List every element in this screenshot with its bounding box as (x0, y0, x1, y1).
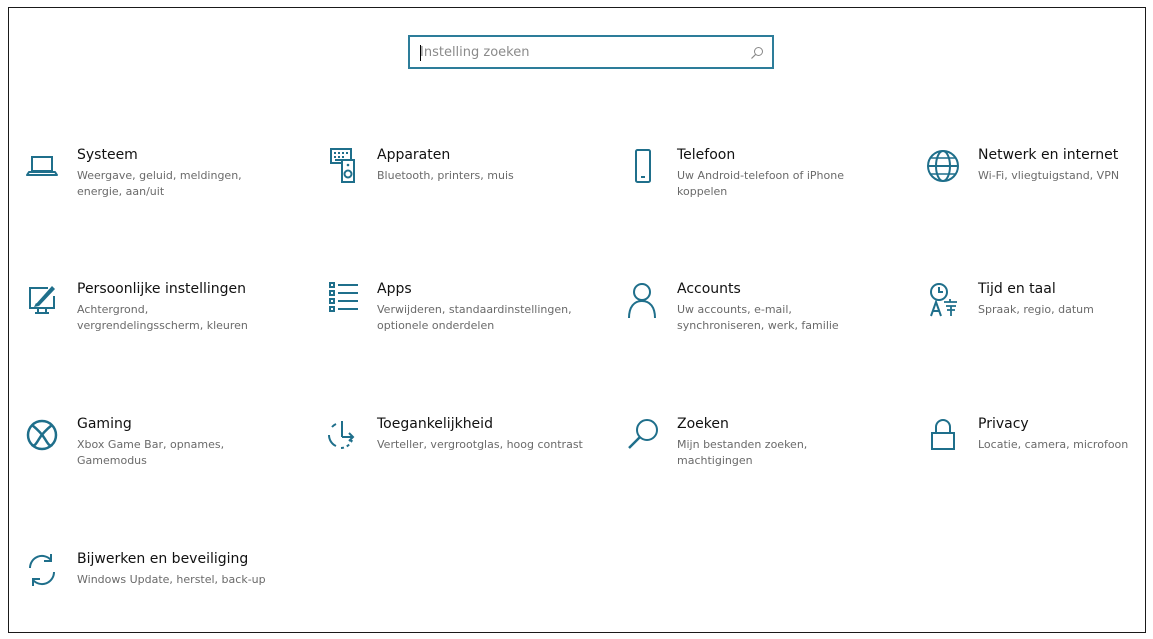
time-language-icon (923, 280, 963, 320)
tile-description: Xbox Game Bar, opnames, Gamemodus (77, 438, 225, 467)
search-input[interactable] (420, 41, 740, 63)
tile-description: Spraak, regio, datum (978, 303, 1094, 316)
globe-icon (923, 146, 963, 186)
text-caret (420, 45, 421, 61)
tile-description: Wi-Fi, vliegtuigstand, VPN (978, 169, 1120, 182)
magnifier-icon (622, 415, 662, 455)
tile-description: Verwijderen, standaardinstellingen, opti… (377, 303, 572, 332)
tile-title: Bijwerken en beveiliging (77, 551, 249, 567)
tile-title: Systeem (77, 147, 138, 163)
xbox-icon (22, 415, 62, 455)
tile-description: Achtergrond, vergrendelingsscherm, kleur… (77, 303, 248, 332)
tile-title: Tijd en taal (978, 281, 1056, 297)
tile-description: Windows Update, herstel, back-up (77, 573, 266, 586)
accessibility-icon (322, 415, 362, 455)
tile-title: Netwerk en internet (978, 147, 1119, 163)
tile-description: Weergave, geluid, meldingen, energie, aa… (77, 169, 242, 198)
devices-icon (322, 146, 362, 186)
tile-description: Bluetooth, printers, muis (377, 169, 514, 182)
tile-title: Telefoon (677, 147, 736, 163)
person-icon (622, 280, 662, 320)
tile-title: Apparaten (377, 147, 451, 163)
tile-title: Persoonlijke instellingen (77, 281, 247, 297)
tile-description: Uw Android-telefoon of iPhone koppelen (677, 169, 844, 198)
personalization-icon (22, 280, 62, 320)
tile-description: Uw accounts, e-mail, synchroniseren, wer… (677, 303, 839, 332)
tile-title: Toegankelijkheid (377, 416, 493, 432)
tile-title: Accounts (677, 281, 741, 297)
tile-title: Zoeken (677, 416, 729, 432)
laptop-icon (22, 146, 62, 186)
tile-title: Privacy (978, 416, 1029, 432)
tile-title: Gaming (77, 416, 132, 432)
tile-description: Mijn bestanden zoeken, machtigingen (677, 438, 808, 467)
search-icon[interactable] (750, 45, 764, 59)
sync-icon (22, 550, 62, 590)
lock-icon (923, 415, 963, 455)
tile-description: Verteller, vergrootglas, hoog contrast (377, 438, 583, 451)
search-box[interactable] (408, 35, 774, 69)
tile-description: Locatie, camera, microfoon (978, 438, 1129, 451)
apps-list-icon (322, 280, 362, 320)
phone-icon (622, 146, 662, 186)
tile-title: Apps (377, 281, 412, 297)
